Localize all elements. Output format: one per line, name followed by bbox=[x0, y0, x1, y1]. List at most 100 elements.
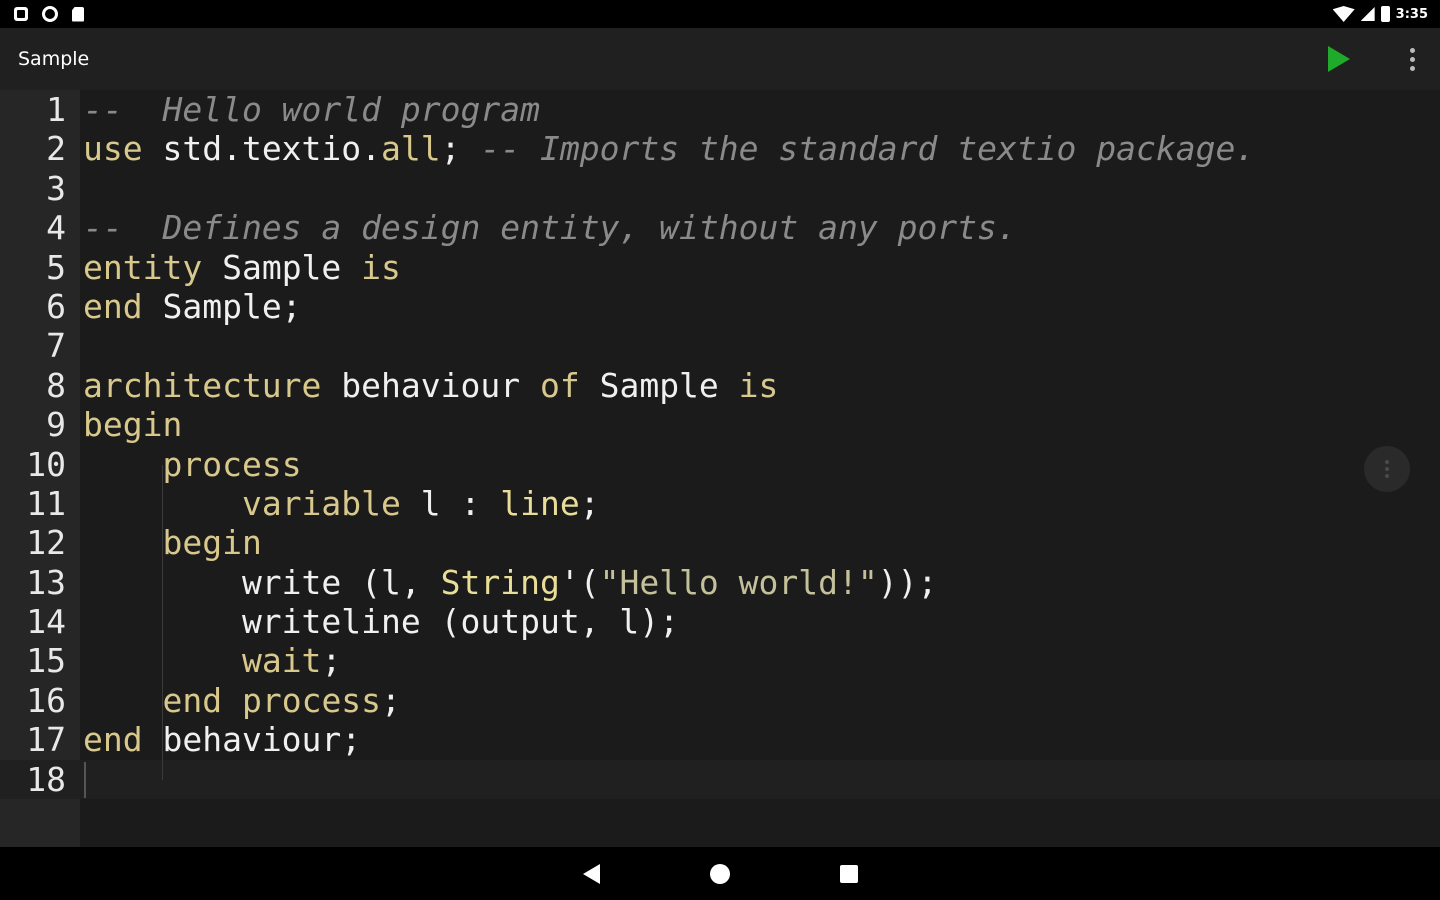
code-line[interactable]: 13 write (l, String'("Hello world!")); bbox=[0, 563, 1440, 602]
overflow-menu-button[interactable] bbox=[1402, 39, 1422, 79]
code-line[interactable]: 12 begin bbox=[0, 523, 1440, 562]
line-text: writeline (output, l); bbox=[83, 602, 679, 641]
status-right: 3:35 bbox=[1332, 6, 1428, 22]
home-icon[interactable] bbox=[709, 863, 730, 884]
code-line[interactable]: 16 end process; bbox=[0, 681, 1440, 720]
code-line[interactable]: 4 -- Defines a design entity, without any… bbox=[0, 208, 1440, 247]
code-token: is bbox=[361, 247, 401, 287]
code-line[interactable]: 3 bbox=[0, 169, 1440, 208]
code-token: ; bbox=[321, 641, 342, 681]
code-token: l : bbox=[400, 483, 501, 523]
code-token: )); bbox=[877, 562, 938, 602]
code-token: is bbox=[738, 365, 779, 405]
line-text: entity Sample is bbox=[83, 248, 401, 287]
code-token: architecture bbox=[83, 365, 322, 405]
code-token: variable bbox=[241, 483, 401, 523]
code-line[interactable]: 17 end behaviour; bbox=[0, 720, 1440, 759]
back-icon[interactable] bbox=[582, 863, 600, 884]
line-text: write (l, String'("Hello world!")); bbox=[83, 563, 937, 602]
code-token: -- Defines a design entity, without any … bbox=[83, 208, 1017, 248]
sd-card-icon bbox=[72, 6, 84, 22]
floating-menu-button[interactable] bbox=[1364, 446, 1410, 492]
code-token: ; bbox=[579, 483, 600, 523]
line-text: -- Defines a design entity, without any … bbox=[83, 208, 1017, 247]
line-number: 6 bbox=[46, 286, 66, 326]
line-number: 8 bbox=[46, 365, 66, 405]
code-token: end bbox=[83, 720, 143, 760]
code-token: end bbox=[162, 680, 223, 720]
code-line[interactable]: 15 wait; bbox=[0, 641, 1440, 680]
line-text: begin bbox=[83, 405, 182, 444]
code-line[interactable]: 2 use std.textio.all; -- Imports the stan… bbox=[0, 129, 1440, 168]
line-number: 16 bbox=[26, 680, 66, 720]
line-number: 11 bbox=[26, 483, 66, 523]
code-token: begin bbox=[83, 405, 183, 445]
code-token: "Hello world!" bbox=[599, 562, 878, 602]
code-token: ; bbox=[381, 680, 401, 720]
status-time: 3:35 bbox=[1395, 6, 1428, 22]
code-token: write (l, bbox=[83, 562, 441, 602]
code-token: begin bbox=[162, 523, 262, 563]
code-line[interactable]: 11 variable l : line; bbox=[0, 484, 1440, 523]
code-line[interactable]: 14 writeline (output, l); bbox=[0, 602, 1440, 641]
code-line[interactable]: 7 bbox=[0, 326, 1440, 365]
code-token: '( bbox=[559, 562, 600, 602]
code-token: behaviour; bbox=[142, 720, 362, 760]
code-token: std.textio. bbox=[142, 129, 382, 169]
line-text: use std.textio.all; -- Imports the stand… bbox=[83, 129, 1255, 168]
code-token: Sample bbox=[202, 247, 362, 287]
code-area[interactable]: 1 -- Hello world program 2 use std.textio.a… bbox=[0, 90, 1440, 800]
line-number: 12 bbox=[26, 523, 66, 563]
line-number: 5 bbox=[46, 247, 66, 287]
line-text: variable l : line; bbox=[83, 484, 600, 523]
code-token: line bbox=[500, 483, 580, 523]
code-token: entity bbox=[83, 247, 203, 287]
line-text: end Sample; bbox=[83, 287, 302, 326]
code-line[interactable]: 18 bbox=[0, 759, 1440, 800]
code-line[interactable]: 5 entity Sample is bbox=[0, 248, 1440, 287]
code-token: -- Imports the standard textio package. bbox=[480, 129, 1256, 169]
code-token: all bbox=[381, 129, 441, 169]
app-bar: Sample bbox=[0, 28, 1440, 90]
line-text: architecture behaviour of Sample is bbox=[83, 366, 778, 405]
status-bar: 3:35 bbox=[0, 0, 1440, 28]
line-number: 10 bbox=[26, 444, 66, 484]
code-editor[interactable]: 1 -- Hello world program 2 use std.textio.a… bbox=[0, 90, 1440, 847]
code-line[interactable]: 8 architecture behaviour of Sample is bbox=[0, 366, 1440, 405]
more-vert-icon bbox=[1409, 47, 1415, 53]
code-token: end bbox=[83, 286, 143, 326]
signal-icon bbox=[1360, 7, 1375, 21]
code-token: wait bbox=[241, 641, 322, 681]
run-button[interactable] bbox=[1324, 44, 1354, 74]
navigation-bar bbox=[0, 847, 1440, 900]
play-icon bbox=[1328, 46, 1350, 72]
code-token: behaviour bbox=[321, 365, 540, 405]
recents-icon[interactable] bbox=[839, 864, 858, 883]
line-number: 3 bbox=[46, 168, 66, 208]
code-token: Sample bbox=[579, 365, 739, 405]
text-cursor bbox=[84, 762, 86, 798]
status-left bbox=[14, 6, 84, 22]
code-token: writeline (output, l); bbox=[83, 602, 680, 642]
code-line[interactable]: 10 process bbox=[0, 445, 1440, 484]
line-number: 17 bbox=[26, 720, 66, 760]
code-token: of bbox=[539, 365, 580, 405]
line-number: 7 bbox=[46, 326, 66, 366]
line-number: 9 bbox=[46, 405, 66, 445]
line-number: 18 bbox=[26, 759, 66, 799]
app-actions bbox=[1324, 28, 1422, 90]
line-number: 1 bbox=[46, 90, 66, 129]
indent-guide bbox=[162, 465, 163, 780]
line-text: begin bbox=[83, 523, 262, 563]
code-line[interactable]: 9 begin bbox=[0, 405, 1440, 444]
line-number: 2 bbox=[46, 129, 66, 169]
line-text: end process; bbox=[83, 680, 401, 720]
line-text: -- Hello world program bbox=[83, 90, 540, 129]
line-number: 14 bbox=[26, 602, 66, 642]
code-line[interactable]: 1 -- Hello world program bbox=[0, 90, 1440, 129]
line-text: wait; bbox=[83, 641, 341, 680]
code-line[interactable]: 6 end Sample; bbox=[0, 287, 1440, 326]
